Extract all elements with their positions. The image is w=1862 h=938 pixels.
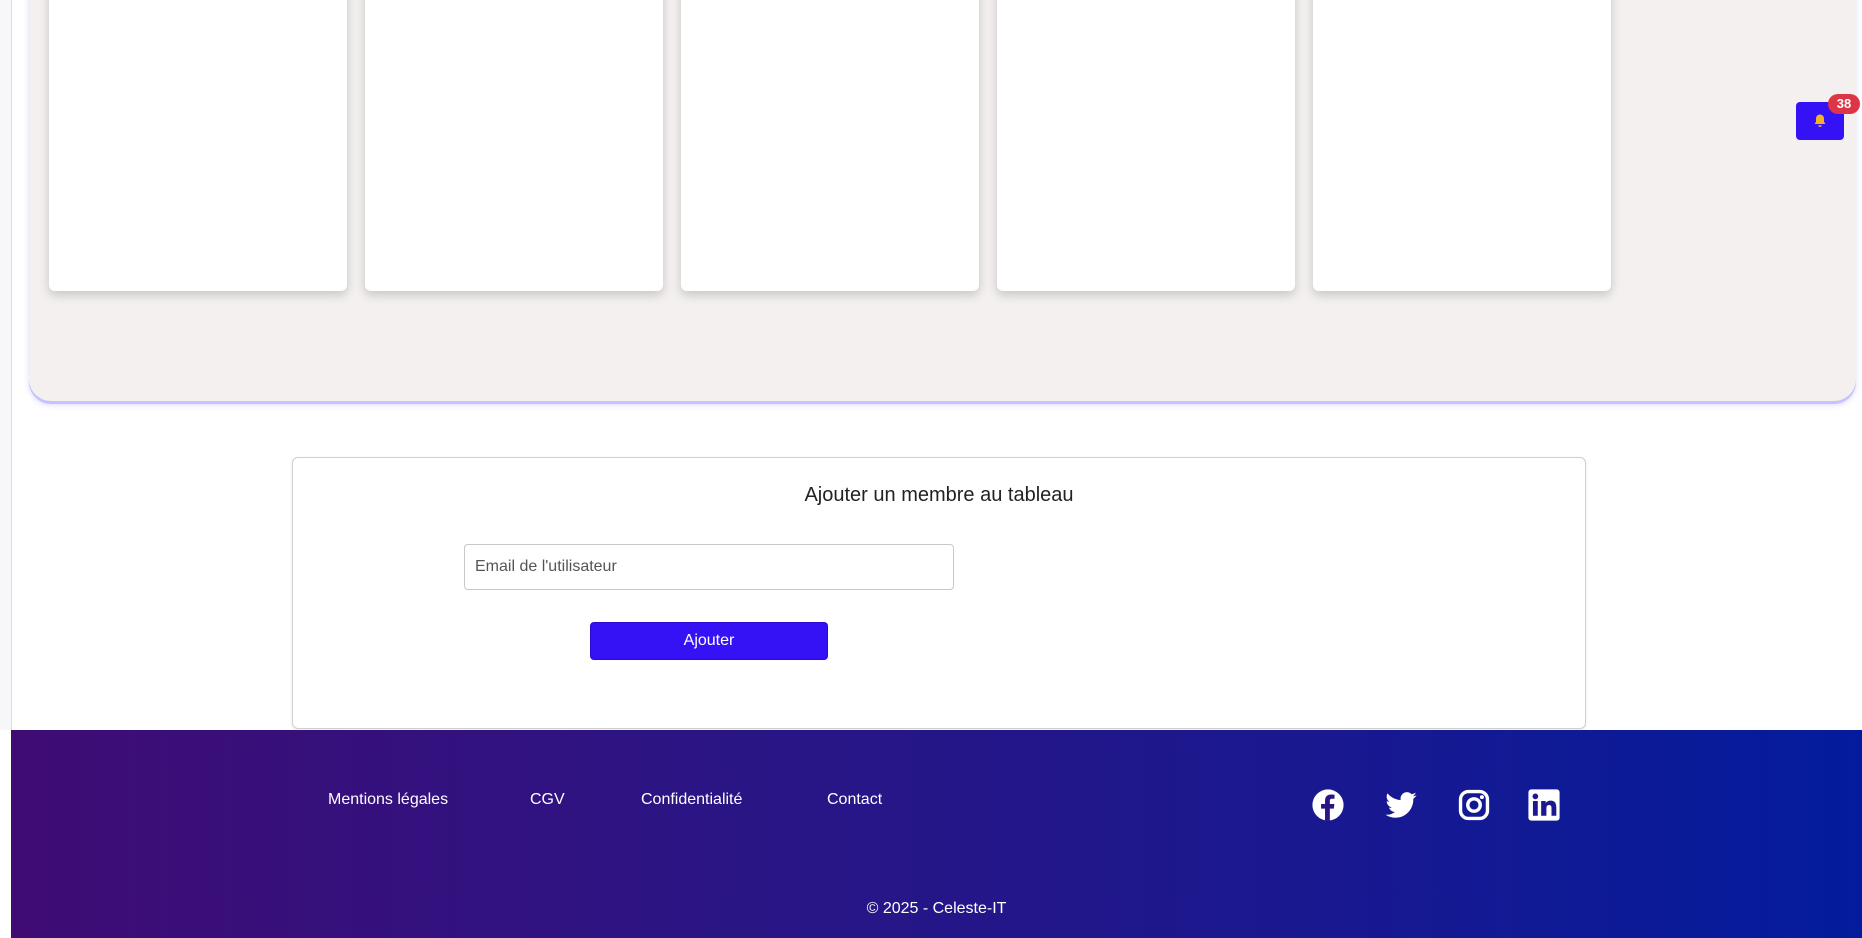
add-member-title: Ajouter un membre au tableau xyxy=(804,484,1074,506)
instagram-icon[interactable] xyxy=(1457,788,1491,822)
board-columns-panel xyxy=(29,0,1856,401)
footer-link-contact[interactable]: Contact xyxy=(827,791,882,809)
left-sidebar-edge xyxy=(0,0,12,730)
copyright-text: © 2025 - Celeste-IT xyxy=(866,900,1007,917)
notification-count-badge: 38 xyxy=(1828,94,1860,114)
board-column[interactable] xyxy=(49,0,347,291)
board-column[interactable] xyxy=(997,0,1295,291)
add-member-button[interactable]: Ajouter xyxy=(590,622,828,660)
footer-link-confidentialite[interactable]: Confidentialité xyxy=(641,791,742,809)
facebook-icon[interactable] xyxy=(1311,788,1345,822)
add-member-form: Ajouter un membre au tableau Ajouter xyxy=(292,457,1586,729)
bell-icon xyxy=(1814,114,1826,127)
linkedin-icon[interactable] xyxy=(1527,788,1561,822)
footer-link-cgv[interactable]: CGV xyxy=(530,791,565,809)
footer-link-mentions-legales[interactable]: Mentions légales xyxy=(328,791,448,809)
twitter-icon[interactable] xyxy=(1384,788,1418,822)
email-input[interactable] xyxy=(464,544,954,590)
footer: Mentions légales CGV Confidentialité Con… xyxy=(11,730,1862,938)
board-column[interactable] xyxy=(365,0,663,291)
board-column[interactable] xyxy=(681,0,979,291)
board-column[interactable] xyxy=(1313,0,1611,291)
